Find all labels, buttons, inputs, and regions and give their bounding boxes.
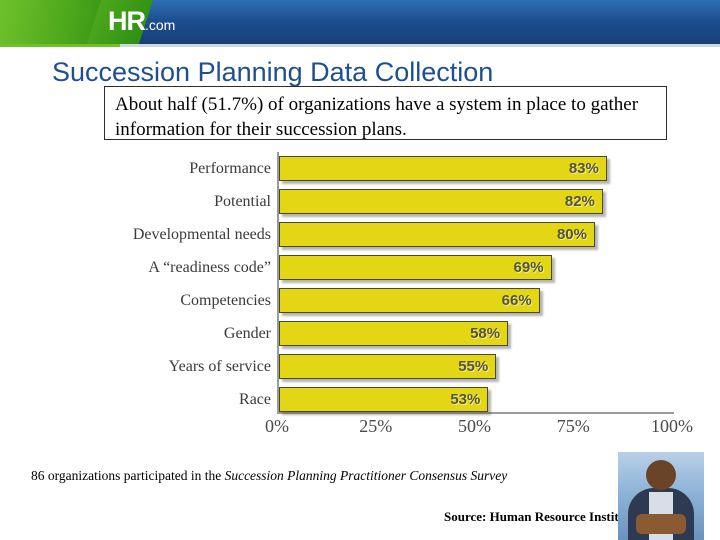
photo-head [646, 460, 676, 490]
footnote-survey-name: Succession Planning Practitioner Consens… [224, 468, 508, 483]
category-label: A “readiness code” [148, 259, 271, 276]
bar-value-label: 80% [556, 226, 587, 243]
chart-row: Potential 82% [214, 185, 674, 218]
bar: 69% [279, 255, 552, 280]
bar-chart: Performance 83% Potential 82% Developmental … [133, 152, 693, 452]
logo-text: HR [108, 6, 146, 36]
bar: 80% [279, 222, 595, 247]
chart-row: Competencies 66% [180, 284, 674, 317]
category-label: Developmental needs [132, 226, 271, 243]
bar: 83% [279, 156, 607, 181]
x-tick-label: 25% [359, 416, 393, 436]
bar-value-label: 83% [568, 160, 599, 177]
footnote: 86 organizations participated in the Suc… [31, 468, 507, 484]
banner-blue-bar [92, 0, 720, 44]
category-label: Gender [223, 325, 271, 342]
bar-value-label: 82% [564, 193, 595, 210]
callout-box: About half (51.7%) of organizations have… [104, 86, 667, 140]
bar-value-label: 66% [501, 292, 532, 309]
bar: 55% [279, 354, 497, 379]
callout-text: About half (51.7%) of organizations have… [115, 94, 639, 140]
logo-suffix: .com [145, 17, 176, 33]
footnote-prefix: 86 organizations participated in the [31, 468, 225, 483]
hr-com-logo: HR.com [108, 6, 175, 40]
bar: 66% [279, 288, 540, 313]
chart-row: Developmental needs 80% [133, 218, 674, 251]
chart-row: A “readiness code” 69% [148, 251, 674, 284]
chart-row: Performance 83% [189, 152, 674, 185]
bar-value-label: 69% [513, 259, 544, 276]
chart-row: Race 53% [239, 383, 674, 416]
bar: 53% [279, 387, 489, 412]
x-tick-label: 50% [458, 416, 491, 436]
category-label: Potential [214, 193, 271, 210]
bar-value-label: 53% [450, 391, 481, 408]
bar: 58% [279, 321, 509, 346]
banner-green-bar [0, 0, 120, 44]
category-label: Race [239, 391, 271, 408]
chart-plot-area: Performance 83% Potential 82% Developmental … [133, 152, 674, 416]
bar: 82% [279, 189, 603, 214]
x-tick-label: 100% [651, 416, 693, 436]
x-tick-label: 0% [265, 416, 289, 436]
top-banner: HR.com [0, 0, 720, 44]
presenter-photo [618, 452, 704, 540]
bar-value-label: 58% [470, 325, 501, 342]
page-title: Succession Planning Data Collection [52, 57, 494, 87]
category-label: Years of service [168, 358, 271, 375]
bar-value-label: 55% [458, 358, 489, 375]
category-label: Performance [189, 160, 271, 177]
banner-underline-green [0, 44, 120, 47]
category-label: Competencies [180, 292, 271, 309]
x-axis-tick-labels: 0% 25% 50% 75% 100% [265, 416, 693, 440]
photo-hands [636, 514, 686, 534]
chart-row: Gender 58% [224, 317, 674, 350]
chart-row: Years of service 55% [169, 350, 674, 383]
x-tick-label: 75% [556, 416, 590, 436]
